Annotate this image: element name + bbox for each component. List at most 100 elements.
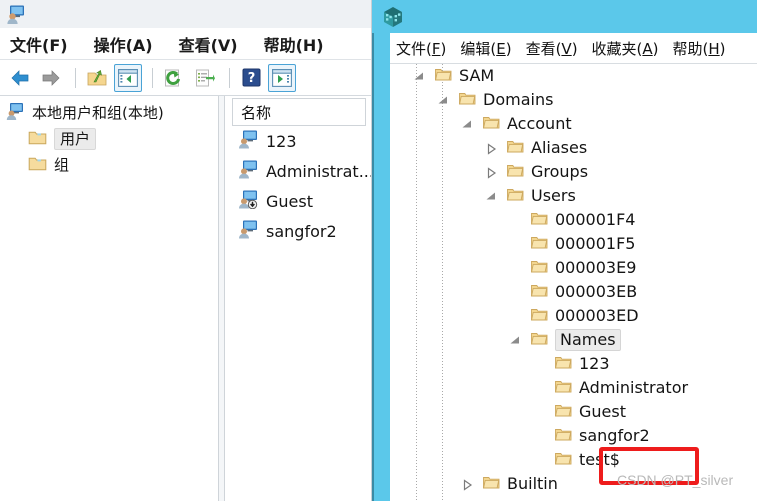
registry-editor-window: 文件(F) 编辑(E) 查看(V) 收藏夹(A) 帮助(H) SAM Domain… — [372, 0, 757, 501]
lusrmgr-title-bar — [0, 0, 371, 29]
folder-icon — [434, 66, 453, 87]
menu-file[interactable]: 文件(F) — [10, 32, 68, 56]
chevron-expanded-icon[interactable] — [412, 69, 426, 83]
list-item[interactable]: 123 — [232, 126, 371, 156]
regedit-window-left-border — [372, 0, 390, 501]
menu-file[interactable]: 文件(F) — [396, 38, 446, 59]
folder-icon — [554, 402, 573, 423]
list-item-name: Guest — [266, 191, 313, 211]
registry-tree[interactable]: SAM Domains Account Aliases Groups Users 00000… — [390, 64, 757, 501]
list-item[interactable]: Administrat... — [232, 156, 371, 186]
registry-tree-item[interactable]: Users — [390, 184, 757, 208]
registry-tree-item-label: Groups — [531, 162, 589, 181]
folder-icon — [530, 234, 549, 255]
registry-tree-item[interactable]: Account — [390, 112, 757, 136]
list-item-name: sangfor2 — [266, 221, 337, 241]
chevron-expanded-icon[interactable] — [460, 117, 474, 131]
refresh-button[interactable] — [160, 64, 188, 92]
registry-tree-item[interactable]: test$ — [390, 448, 757, 472]
registry-tree-item[interactable]: Aliases — [390, 136, 757, 160]
registry-tree-item-label: Account — [507, 114, 572, 133]
column-header-name: 名称 — [241, 104, 272, 122]
lusrmgr-toolbar[interactable]: ? — [0, 60, 371, 96]
local-users-and-groups-window: 文件(F) 操作(A) 查看(V) 帮助(H) ? 本地用户和组(本地) 用户 … — [0, 0, 372, 501]
local-users-groups-icon — [6, 3, 28, 25]
up-folder-button[interactable] — [83, 64, 111, 92]
folder-icon — [506, 138, 525, 159]
chevron-expanded-icon[interactable] — [508, 333, 522, 347]
sidebar-item-users[interactable]: 用户 — [0, 126, 218, 152]
chevron-collapsed-icon[interactable] — [484, 165, 498, 179]
registry-tree-item[interactable]: 000001F4 — [390, 208, 757, 232]
registry-tree-item-label: 000003ED — [555, 306, 639, 325]
list-item-name: 123 — [266, 131, 297, 151]
lusrmgr-console-tree[interactable]: 本地用户和组(本地) 用户 组 — [0, 96, 219, 501]
regedit-icon — [380, 4, 406, 30]
show-hide-console-tree-button[interactable] — [114, 63, 142, 92]
folder-icon — [482, 474, 501, 495]
registry-tree-item-label: Aliases — [531, 138, 588, 157]
pane-splitter[interactable] — [219, 96, 225, 501]
registry-tree-item[interactable]: Administrator — [390, 376, 757, 400]
sidebar-item-groups[interactable]: 组 — [0, 152, 218, 178]
user-icon — [238, 129, 260, 154]
registry-tree-item[interactable]: Guest — [390, 400, 757, 424]
chevron-expanded-icon[interactable] — [436, 93, 450, 107]
back-button[interactable] — [6, 64, 34, 92]
folder-icon — [530, 258, 549, 279]
registry-tree-item[interactable]: Groups — [390, 160, 757, 184]
registry-tree-item[interactable]: Domains — [390, 88, 757, 112]
registry-tree-item[interactable]: 000003EB — [390, 280, 757, 304]
registry-tree-item[interactable]: 000003ED — [390, 304, 757, 328]
registry-tree-item[interactable]: 000003E9 — [390, 256, 757, 280]
folder-icon — [554, 378, 573, 399]
list-item[interactable]: Guest — [232, 186, 371, 216]
registry-tree-item-label: 000001F4 — [555, 210, 636, 229]
registry-tree-item-label: Guest — [579, 402, 626, 421]
registry-tree-item-label: Administrator — [579, 378, 689, 397]
lusrmgr-menu-bar[interactable]: 文件(F) 操作(A) 查看(V) 帮助(H) — [0, 28, 371, 60]
list-item[interactable]: sangfor2 — [232, 216, 371, 246]
tree-root-label: 本地用户和组(本地) — [32, 104, 164, 122]
folder-icon — [458, 90, 477, 111]
folder-icon — [506, 186, 525, 207]
registry-tree-item-label: sangfor2 — [579, 426, 650, 445]
folder-icon — [28, 129, 48, 150]
menu-favorites[interactable]: 收藏夹(A) — [592, 38, 659, 59]
folder-icon — [506, 162, 525, 183]
registry-tree-item[interactable]: SAM — [390, 64, 757, 88]
registry-tree-item-label: Domains — [483, 90, 554, 109]
computer-user-icon — [6, 101, 26, 125]
chevron-collapsed-icon[interactable] — [460, 477, 474, 491]
registry-tree-item[interactable]: 123 — [390, 352, 757, 376]
list-column-header[interactable]: 名称 — [232, 98, 366, 126]
menu-action[interactable]: 操作(A) — [94, 32, 153, 56]
menu-view[interactable]: 查看(V) — [179, 32, 238, 56]
registry-tree-item[interactable]: Names — [390, 328, 757, 352]
tree-root-local-users-and-groups[interactable]: 本地用户和组(本地) — [0, 100, 218, 126]
menu-help[interactable]: 帮助(H) — [673, 38, 726, 59]
registry-tree-item-label: 000003E9 — [555, 258, 637, 277]
chevron-collapsed-icon[interactable] — [484, 141, 498, 155]
lusrmgr-list-pane[interactable]: 名称 123 Administrat... Guest sangfor2 — [226, 96, 371, 501]
registry-tree-item[interactable]: 000001F5 — [390, 232, 757, 256]
folder-icon — [554, 354, 573, 375]
forward-button[interactable] — [37, 64, 65, 92]
regedit-menu-bar[interactable]: 文件(F) 编辑(E) 查看(V) 收藏夹(A) 帮助(H) — [390, 33, 757, 64]
registry-tree-item[interactable]: sangfor2 — [390, 424, 757, 448]
registry-tree-item-label: Names — [555, 329, 621, 351]
folder-icon — [530, 282, 549, 303]
show-action-pane-button[interactable] — [268, 63, 296, 92]
chevron-expanded-icon[interactable] — [484, 189, 498, 203]
export-list-button[interactable] — [191, 64, 219, 92]
menu-edit[interactable]: 编辑(E) — [460, 38, 511, 59]
menu-view[interactable]: 查看(V) — [526, 38, 578, 59]
menu-help[interactable]: 帮助(H) — [264, 32, 324, 56]
help-button[interactable]: ? — [237, 64, 265, 92]
screenshot-root: 文件(F) 操作(A) 查看(V) 帮助(H) ? 本地用户和组(本地) 用户 … — [0, 0, 757, 501]
